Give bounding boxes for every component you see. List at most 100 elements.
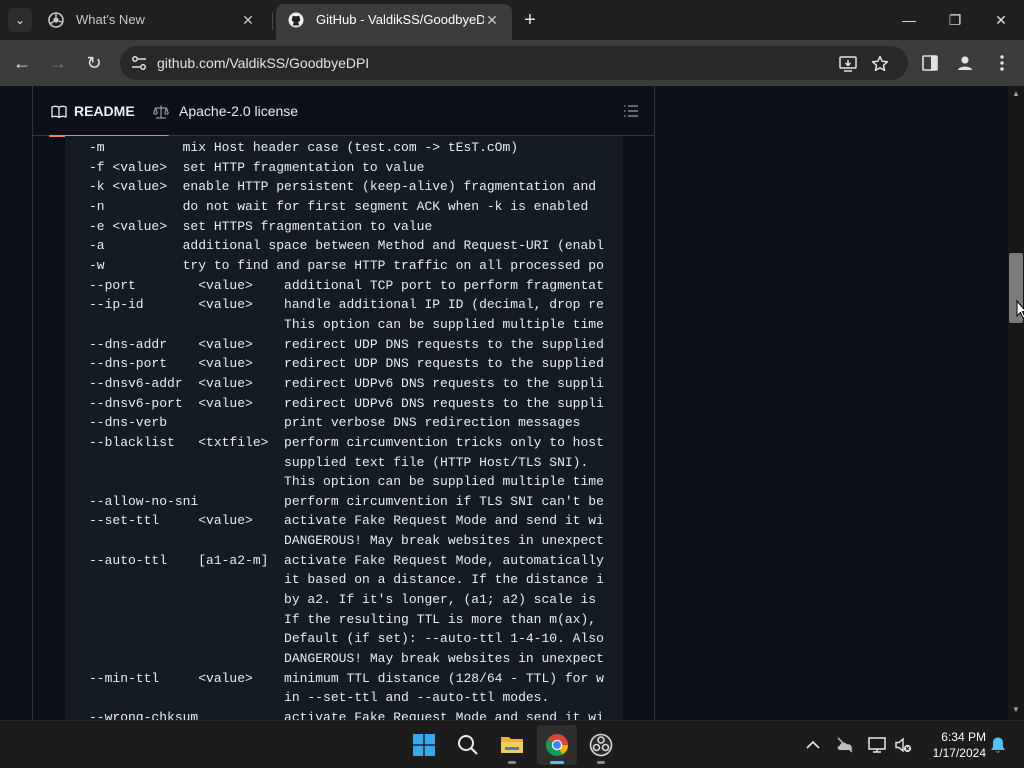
display-icon[interactable]	[867, 735, 887, 755]
code-line: -k <value> enable HTTP persistent (keep-…	[89, 179, 597, 195]
scroll-down-icon[interactable]: ▼	[1012, 706, 1020, 714]
code-text[interactable]: -m mix Host header case (test.com -> tEs…	[89, 138, 604, 720]
tune-icon[interactable]	[130, 54, 148, 72]
plus-icon: +	[524, 9, 536, 31]
windows-taskbar: 6:34 PM 1/17/2024	[0, 720, 1024, 768]
chrome-favicon-icon	[48, 12, 64, 28]
maximize-button[interactable]: ❐	[932, 0, 978, 40]
back-button[interactable]: ←	[8, 49, 36, 77]
taskbar-chrome[interactable]	[537, 725, 577, 765]
tab-readme[interactable]: README	[41, 86, 169, 137]
minimize-icon: —	[902, 12, 916, 28]
forward-button[interactable]: →	[44, 49, 72, 77]
back-arrow-icon: ←	[13, 53, 31, 73]
scroll-up-icon[interactable]: ▲	[1012, 90, 1020, 98]
github-favicon-icon	[288, 12, 304, 28]
code-line: DANGEROUS! May break websites in unexpec…	[89, 651, 604, 667]
notification-bell-icon[interactable]	[988, 735, 1008, 755]
code-line: --dns-addr <value> redirect UDP DNS requ…	[89, 336, 604, 352]
list-outline-icon[interactable]	[622, 102, 640, 120]
obs-studio-icon	[589, 733, 613, 757]
tab-title: What's New	[76, 12, 145, 27]
running-indicator	[508, 761, 516, 764]
code-line: This option can be supplied multiple tim…	[89, 316, 604, 332]
taskbar-file-explorer[interactable]	[492, 725, 532, 765]
taskbar-search-button[interactable]	[448, 725, 488, 765]
restore-icon: ❐	[948, 12, 962, 28]
code-line: it based on a distance. If the distance …	[89, 572, 604, 588]
code-line: --dnsv6-addr <value> redirect UDPv6 DNS …	[89, 375, 604, 391]
close-icon: ✕	[995, 12, 1007, 28]
clock-date: 1/17/2024	[932, 746, 986, 760]
law-scale-icon	[153, 105, 169, 119]
code-line: This option can be supplied multiple tim…	[89, 474, 604, 490]
address-bar[interactable]: github.com/ValdikSS/GoodbyeDPI	[120, 46, 908, 80]
page-scrollbar[interactable]: ▲ ▼	[1008, 86, 1024, 720]
code-line: by a2. If it's longer, (a1; a2) scale is	[89, 592, 597, 608]
code-line: --auto-ttl [a1-a2-m] activate Fake Reque…	[89, 552, 604, 568]
code-line: DANGEROUS! May break websites in unexpec…	[89, 533, 604, 549]
reload-icon: ↻	[86, 53, 102, 73]
cloud-offline-icon[interactable]	[835, 735, 855, 755]
clock-time: 6:34 PM	[941, 730, 986, 744]
code-line: -w try to find and parse HTTP traffic on…	[89, 257, 604, 273]
readme-panel: README Apache-2.0 license -m mix Host he…	[32, 86, 655, 720]
close-tab-icon[interactable]: ✕	[482, 10, 502, 30]
code-line: -m mix Host header case (test.com -> tEs…	[89, 140, 519, 155]
code-line: -a additional space between Method and R…	[89, 238, 604, 254]
tab-readme-label: README	[74, 103, 135, 119]
code-line: -n do not wait for first segment ACK whe…	[89, 198, 589, 214]
url-text[interactable]: github.com/ValdikSS/GoodbyeDPI	[157, 55, 369, 71]
book-icon	[51, 105, 67, 119]
code-line: -e <value> set HTTPS fragmentation to va…	[89, 218, 433, 234]
kebab-menu-icon[interactable]	[992, 52, 1012, 74]
code-line: --dns-verb print verbose DNS redirection…	[89, 415, 581, 431]
chrome-icon	[546, 734, 568, 756]
code-line: --set-ttl <value> activate Fake Request …	[89, 513, 604, 529]
chevron-up-icon[interactable]	[803, 735, 823, 755]
taskbar-obs-studio[interactable]	[581, 725, 621, 765]
code-line: -f <value> set HTTP fragmentation to val…	[89, 159, 425, 175]
profile-icon[interactable]	[955, 52, 975, 74]
tab-github-goodbyedpi[interactable]: GitHub - ValdikSS/GoodbyeDPI ✕	[276, 4, 512, 40]
code-line: Default (if set): --auto-ttl 1-4-10. Als…	[89, 631, 604, 647]
page-right-area	[655, 86, 1008, 720]
windows-start-button[interactable]	[404, 725, 444, 765]
code-line: --port <value> additional TCP port to pe…	[89, 277, 604, 293]
reload-button[interactable]: ↻	[80, 49, 108, 77]
running-indicator	[597, 761, 605, 764]
code-line: --min-ttl <value> minimum TTL distance (…	[89, 670, 604, 686]
tab-license[interactable]: Apache-2.0 license	[151, 86, 321, 136]
active-indicator	[550, 761, 564, 764]
star-icon[interactable]	[870, 54, 890, 74]
minimize-button[interactable]: —	[886, 0, 932, 40]
volume-muted-icon[interactable]	[893, 735, 913, 755]
browser-tab-strip: ⌄ What's New ✕ GitHub - ValdikSS/Goodbye…	[0, 0, 1024, 40]
code-block: -m mix Host header case (test.com -> tEs…	[65, 136, 623, 720]
code-line: --blacklist <txtfile> perform circumvent…	[89, 434, 604, 450]
web-page: README Apache-2.0 license -m mix Host he…	[0, 86, 1008, 720]
forward-arrow-icon: →	[49, 53, 67, 73]
close-tab-icon[interactable]: ✕	[238, 10, 258, 30]
file-explorer-icon	[501, 737, 523, 753]
mouse-cursor-icon	[1016, 300, 1024, 319]
code-line: --dns-port <value> redirect UDP DNS requ…	[89, 356, 604, 372]
code-line: --ip-id <value> handle additional IP ID …	[89, 297, 604, 313]
browser-toolbar: ← → ↻ github.com/ValdikSS/GoodbyeDPI	[0, 40, 1024, 86]
tab-divider	[272, 12, 273, 30]
search-icon	[458, 735, 478, 755]
code-line: --wrong-chksum activate Fake Request Mod…	[89, 710, 604, 720]
tab-license-label: Apache-2.0 license	[179, 103, 299, 119]
install-app-icon[interactable]	[838, 54, 858, 74]
tab-whats-new[interactable]: What's New ✕	[36, 4, 268, 36]
windows-start-icon	[413, 734, 435, 756]
chevron-down-icon: ⌄	[14, 13, 26, 27]
new-tab-button[interactable]: +	[518, 9, 542, 33]
tab-title: GitHub - ValdikSS/GoodbyeDPI	[316, 12, 484, 27]
system-clock[interactable]: 6:34 PM 1/17/2024	[916, 729, 986, 761]
window-close-button[interactable]: ✕	[978, 0, 1024, 40]
code-line: supplied text file (HTTP Host/TLS SNI).	[89, 454, 589, 470]
code-line: If the resulting TTL is more than m(ax),	[89, 611, 597, 627]
side-panel-icon[interactable]	[920, 52, 940, 74]
tab-search-button[interactable]: ⌄	[8, 8, 32, 32]
